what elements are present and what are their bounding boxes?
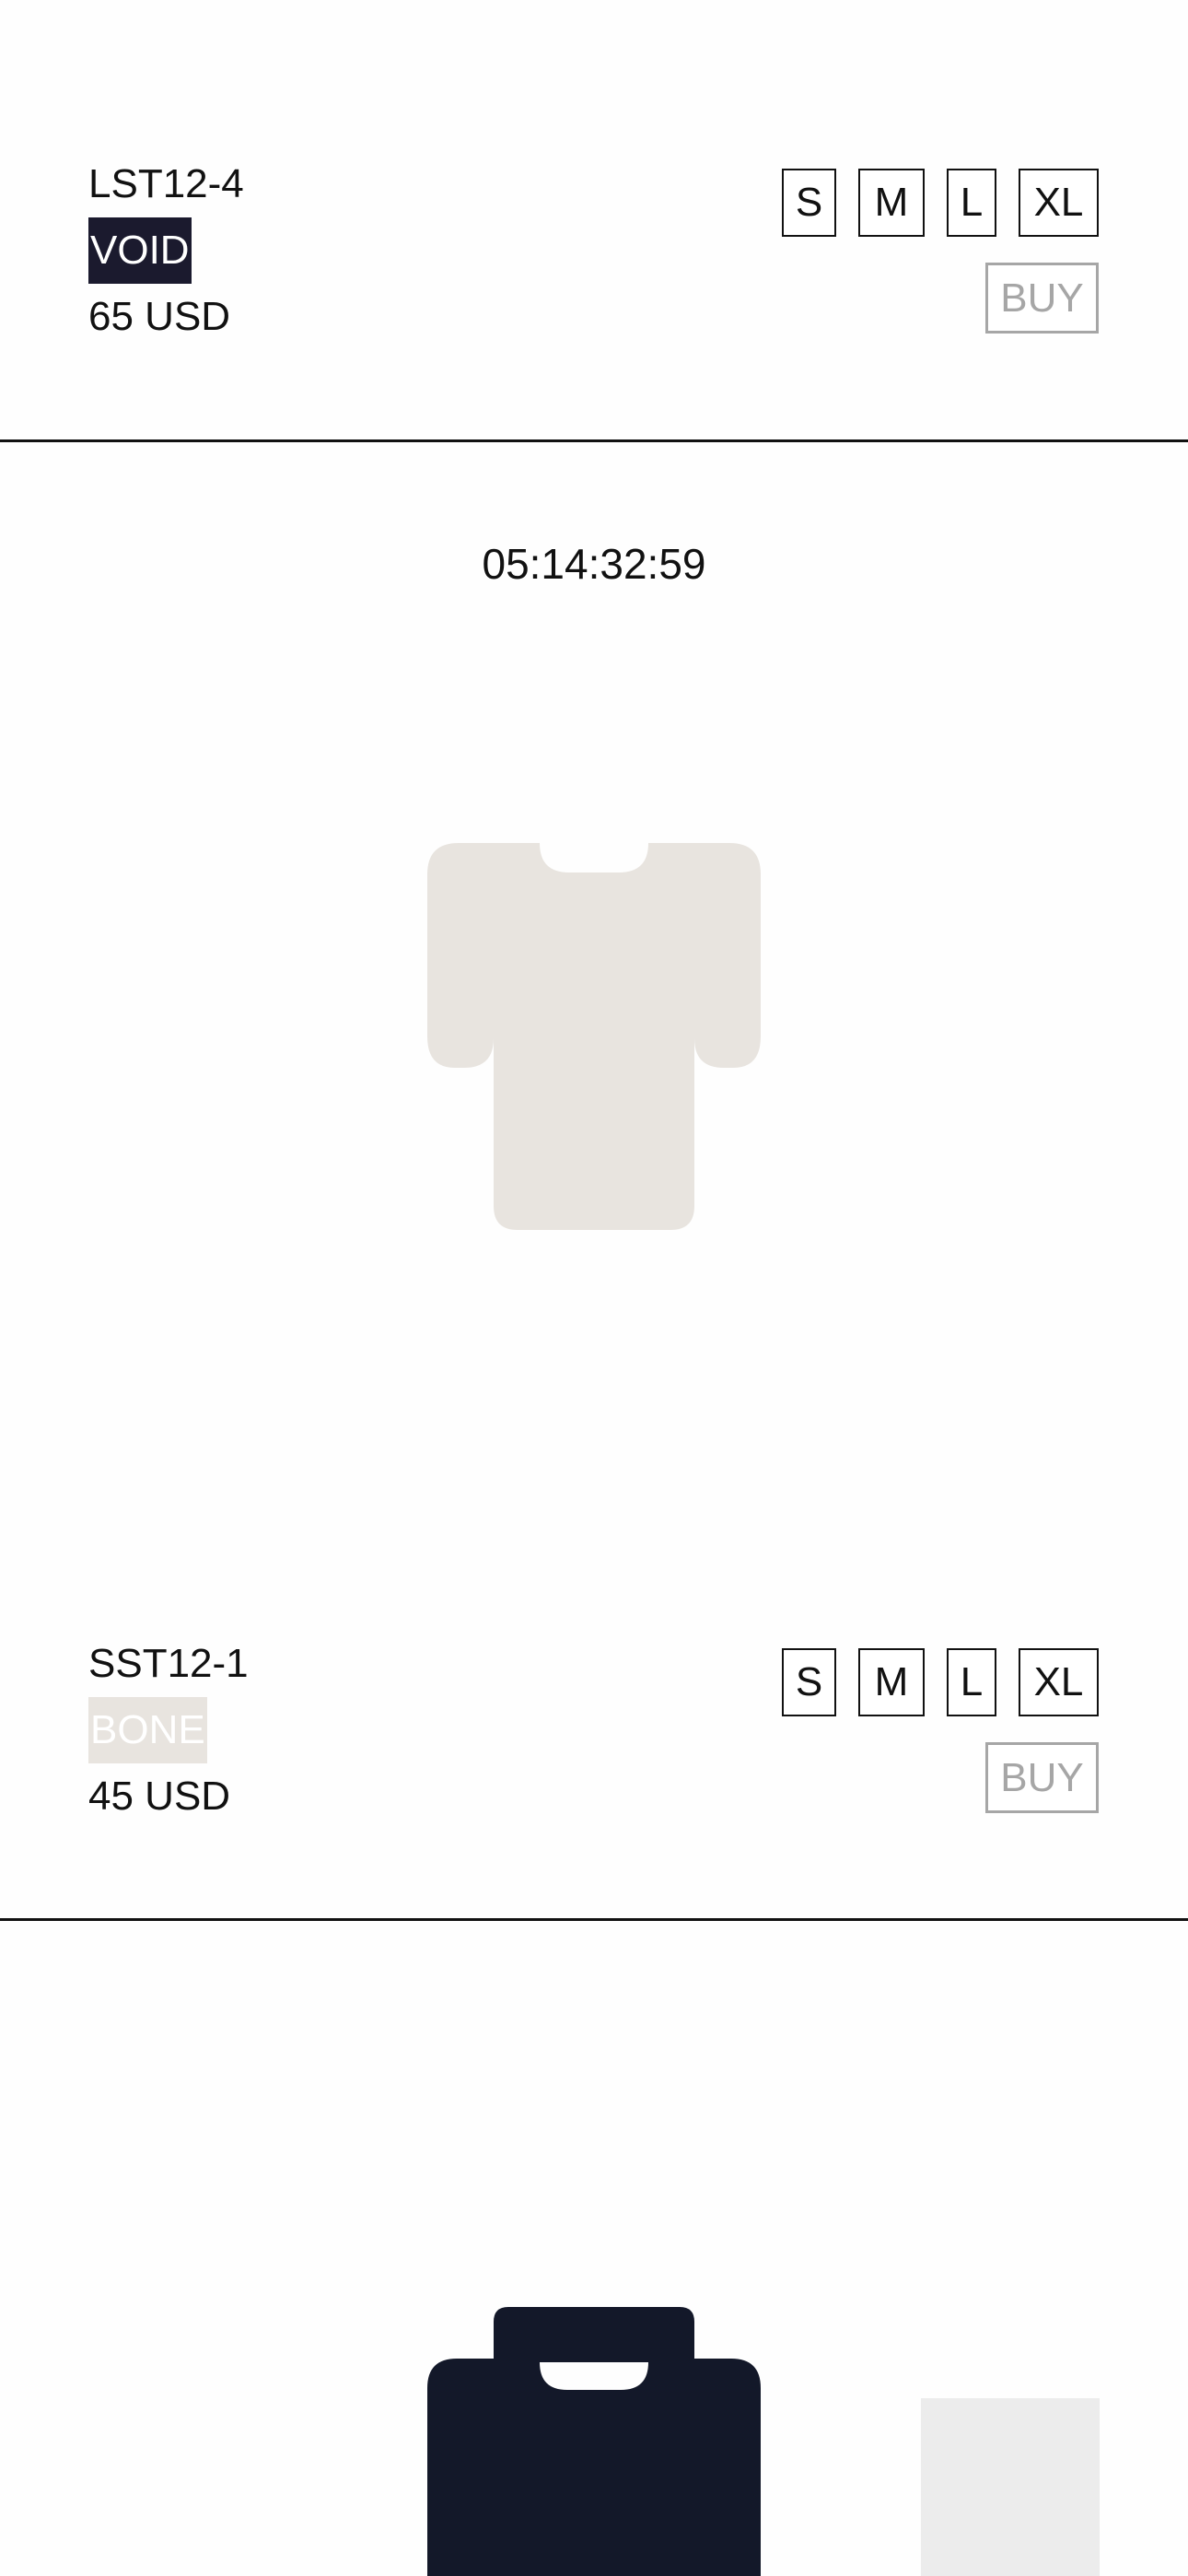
- size-button-xl[interactable]: XL: [1019, 1648, 1099, 1716]
- product-info-1: LST12-4 VOID 65 USD: [88, 151, 244, 350]
- size-button-xl[interactable]: XL: [1019, 169, 1099, 237]
- product-thumbnail[interactable]: [921, 2398, 1100, 2576]
- color-tag-bone: BONE: [88, 1697, 207, 1763]
- product-price: 45 USD: [88, 1774, 231, 1819]
- short-sleeve-tshirt-icon[interactable]: [425, 843, 763, 1230]
- size-button-l[interactable]: L: [947, 169, 996, 237]
- color-tag-void: VOID: [88, 217, 192, 284]
- product-divider-2: [0, 1918, 1188, 1921]
- size-button-l[interactable]: L: [947, 1648, 996, 1716]
- product-code: SST12-1: [88, 1641, 249, 1686]
- size-button-s[interactable]: S: [782, 1648, 836, 1716]
- long-sleeve-shirt-icon[interactable]: [425, 2307, 763, 2576]
- drop-countdown-timer: 05:14:32:59: [482, 540, 706, 588]
- size-button-s[interactable]: S: [782, 169, 836, 237]
- buy-button-1[interactable]: BUY: [985, 263, 1099, 334]
- size-button-m[interactable]: M: [858, 1648, 925, 1716]
- size-selector-2: S M L XL: [782, 1648, 1099, 1716]
- product-info-2: SST12-1 BONE 45 USD: [88, 1631, 249, 1830]
- size-selector-1: S M L XL: [782, 169, 1099, 237]
- buy-button-2[interactable]: BUY: [985, 1742, 1099, 1813]
- product-divider-1: [0, 439, 1188, 442]
- product-code: LST12-4: [88, 161, 244, 206]
- product-price: 65 USD: [88, 294, 231, 339]
- size-button-m[interactable]: M: [858, 169, 925, 237]
